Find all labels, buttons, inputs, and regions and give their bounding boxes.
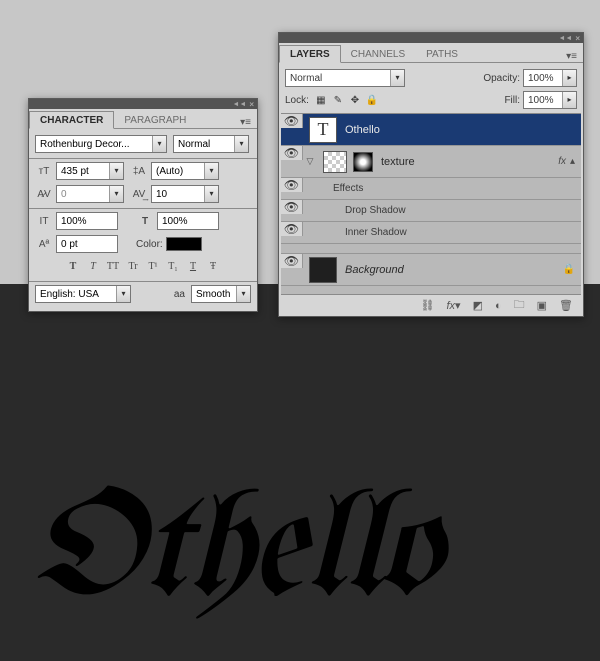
- leading-icon: ‡A: [130, 164, 148, 178]
- language-dropdown[interactable]: English: USA▾: [35, 285, 131, 303]
- layer-row[interactable]: 👁 Background 🔒: [281, 254, 581, 286]
- panel-menu-icon[interactable]: ▾≡: [566, 51, 583, 62]
- strike-button[interactable]: Ŧ: [204, 259, 222, 275]
- expand-toggle[interactable]: ▽: [303, 156, 317, 167]
- panel-menu-icon[interactable]: ▾≡: [240, 117, 257, 128]
- tracking-input[interactable]: 10▾: [151, 185, 219, 203]
- effect-row[interactable]: 👁 Drop Shadow: [281, 200, 581, 222]
- group-icon[interactable]: 🗀: [514, 296, 525, 315]
- baseline-icon: Aª: [35, 237, 53, 251]
- tab-paths[interactable]: PATHS: [416, 46, 469, 62]
- opacity-input[interactable]: 100%▸: [523, 69, 577, 87]
- antialias-dropdown[interactable]: Smooth▾: [191, 285, 251, 303]
- font-style-dropdown[interactable]: Normal▾: [173, 135, 249, 153]
- visibility-toggle[interactable]: 👁: [281, 114, 303, 128]
- hscale-input[interactable]: 100%: [157, 212, 219, 230]
- new-layer-icon[interactable]: ▣: [537, 299, 547, 312]
- visibility-toggle[interactable]: 👁: [281, 178, 303, 192]
- layers-panel: ◄◄ × LAYERS CHANNELS PATHS ▾≡ Normal▾ Op…: [278, 32, 584, 317]
- layer-row[interactable]: 👁 T Othello: [281, 114, 581, 146]
- fx-badge[interactable]: fx: [558, 156, 566, 167]
- visibility-toggle[interactable]: 👁: [281, 200, 303, 214]
- visibility-toggle[interactable]: 👁: [281, 222, 303, 236]
- smallcaps-button[interactable]: Tr: [124, 259, 142, 275]
- character-panel: ◄◄ × CHARACTER PARAGRAPH ▾≡ Rothenburg D…: [28, 98, 258, 312]
- subscript-button[interactable]: T₁: [164, 259, 182, 275]
- tabs: LAYERS CHANNELS PATHS ▾≡: [279, 43, 583, 63]
- lock-all-icon[interactable]: 🔒: [365, 95, 379, 106]
- lock-icon: 🔒: [563, 264, 575, 275]
- tab-channels[interactable]: CHANNELS: [341, 46, 416, 62]
- tab-character[interactable]: CHARACTER: [29, 111, 114, 129]
- tracking-icon: AV͢: [130, 187, 148, 201]
- color-swatch[interactable]: [166, 237, 202, 251]
- lock-transparent-icon[interactable]: ▦: [314, 95, 328, 106]
- tabs: CHARACTER PARAGRAPH ▾≡: [29, 109, 257, 129]
- layers-footer: ⛓ fx▾ ◩ ◐ 🗀 ▣ 🗑: [281, 294, 581, 316]
- font-size-icon: тT: [35, 164, 53, 178]
- layer-mask[interactable]: [353, 152, 373, 172]
- tab-layers[interactable]: LAYERS: [279, 45, 341, 63]
- effects-label: Effects: [331, 183, 581, 194]
- panel-topbar: ◄◄ ×: [279, 33, 583, 43]
- opacity-label: Opacity:: [483, 73, 520, 84]
- fill-label: Fill:: [504, 95, 520, 106]
- layer-name[interactable]: Othello: [343, 124, 581, 136]
- effect-row[interactable]: 👁 Inner Shadow: [281, 222, 581, 244]
- allcaps-button[interactable]: TT: [104, 259, 122, 275]
- underline-button[interactable]: T: [184, 259, 202, 275]
- tab-paragraph[interactable]: PARAGRAPH: [114, 112, 197, 128]
- effects-header[interactable]: 👁 Effects: [281, 178, 581, 200]
- collapse-arrows-icon[interactable]: ◄◄: [558, 35, 572, 42]
- mask-icon[interactable]: ◩: [473, 299, 483, 312]
- effect-name: Inner Shadow: [343, 227, 581, 238]
- close-icon[interactable]: ×: [575, 34, 580, 43]
- close-icon[interactable]: ×: [249, 100, 254, 109]
- kerning-icon: A̷V: [35, 187, 53, 201]
- aa-label: aa: [174, 289, 185, 300]
- layer-thumbnail[interactable]: T: [309, 117, 337, 143]
- leading-input[interactable]: (Auto)▾: [151, 162, 219, 180]
- lock-position-icon[interactable]: ✥: [348, 95, 362, 106]
- type-style-buttons: T T TT Tr T¹ T₁ T Ŧ: [35, 259, 251, 275]
- hscale-icon: T: [136, 214, 154, 228]
- layer-thumbnail[interactable]: [309, 257, 337, 283]
- layer-list: 👁 T Othello 👁 ▽ texture fx ▴ 👁 Effects 👁: [281, 114, 581, 294]
- canvas: Othello: [0, 284, 600, 661]
- panel-topbar: ◄◄ ×: [29, 99, 257, 109]
- baseline-input[interactable]: 0 pt: [56, 235, 118, 253]
- canvas-text-layer[interactable]: Othello: [30, 475, 440, 631]
- layer-name[interactable]: Background: [343, 264, 557, 276]
- trash-icon[interactable]: 🗑: [559, 299, 573, 312]
- lock-label: Lock:: [285, 95, 309, 106]
- superscript-button[interactable]: T¹: [144, 259, 162, 275]
- effect-name: Drop Shadow: [343, 205, 581, 216]
- fill-input[interactable]: 100%▸: [523, 91, 577, 109]
- font-family-dropdown[interactable]: Rothenburg Decor...▾: [35, 135, 167, 153]
- kerning-input[interactable]: 0▾: [56, 185, 124, 203]
- layer-name[interactable]: texture: [379, 156, 552, 168]
- fx-chevron-icon[interactable]: ▴: [570, 156, 575, 167]
- font-size-input[interactable]: 435 pt▾: [56, 162, 124, 180]
- collapse-arrows-icon[interactable]: ◄◄: [232, 101, 246, 108]
- vscale-icon: IT: [35, 214, 53, 228]
- vscale-input[interactable]: 100%: [56, 212, 118, 230]
- layer-row[interactable]: 👁 ▽ texture fx ▴: [281, 146, 581, 178]
- italic-button[interactable]: T: [84, 259, 102, 275]
- blend-mode-dropdown[interactable]: Normal▾: [285, 69, 405, 87]
- fx-menu-icon[interactable]: fx▾: [446, 299, 460, 312]
- color-label: Color:: [136, 239, 163, 250]
- visibility-toggle[interactable]: 👁: [281, 146, 303, 160]
- link-layers-icon[interactable]: ⛓: [421, 299, 435, 312]
- layer-thumbnail[interactable]: [323, 151, 347, 173]
- bold-button[interactable]: T: [64, 259, 82, 275]
- visibility-toggle[interactable]: 👁: [281, 254, 303, 268]
- adjustment-icon[interactable]: ◐: [495, 300, 502, 312]
- lock-pixels-icon[interactable]: ✎: [331, 95, 345, 106]
